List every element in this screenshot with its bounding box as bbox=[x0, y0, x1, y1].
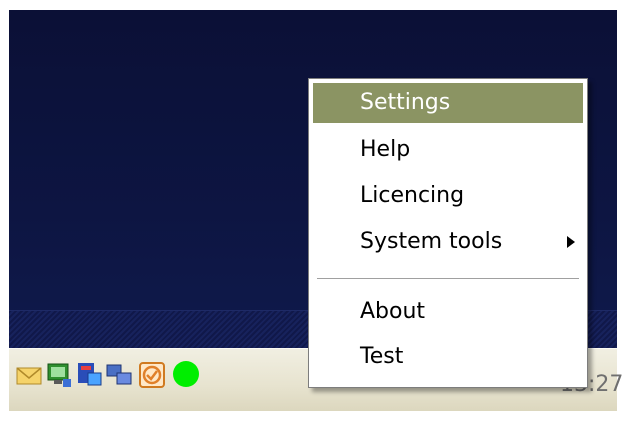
menu-item-label: Settings bbox=[360, 90, 451, 115]
menu-item-settings[interactable]: Settings bbox=[313, 83, 583, 123]
submenu-arrow-icon bbox=[567, 236, 575, 248]
security-shield-icon[interactable] bbox=[138, 361, 166, 389]
network-monitor-icon[interactable] bbox=[45, 361, 73, 389]
menu-item-test[interactable]: Test bbox=[313, 337, 583, 377]
network-adapter-icon[interactable] bbox=[75, 361, 103, 389]
network-computers-icon[interactable] bbox=[105, 361, 133, 389]
status-green-dot-icon[interactable] bbox=[172, 360, 200, 388]
menu-separator bbox=[317, 278, 579, 280]
tray-context-menu: Settings Help Licencing System tools Abo… bbox=[308, 78, 588, 388]
menu-item-help[interactable]: Help bbox=[313, 130, 583, 170]
menu-item-label: Help bbox=[360, 137, 411, 162]
menu-item-label: Licencing bbox=[360, 183, 465, 208]
mail-icon[interactable] bbox=[15, 361, 43, 389]
menu-item-system-tools[interactable]: System tools bbox=[313, 222, 583, 262]
menu-item-label: Test bbox=[360, 344, 404, 369]
menu-item-label: System tools bbox=[360, 229, 503, 254]
menu-item-label: About bbox=[360, 299, 426, 324]
menu-item-licencing[interactable]: Licencing bbox=[313, 176, 583, 216]
menu-item-about[interactable]: About bbox=[313, 292, 583, 332]
